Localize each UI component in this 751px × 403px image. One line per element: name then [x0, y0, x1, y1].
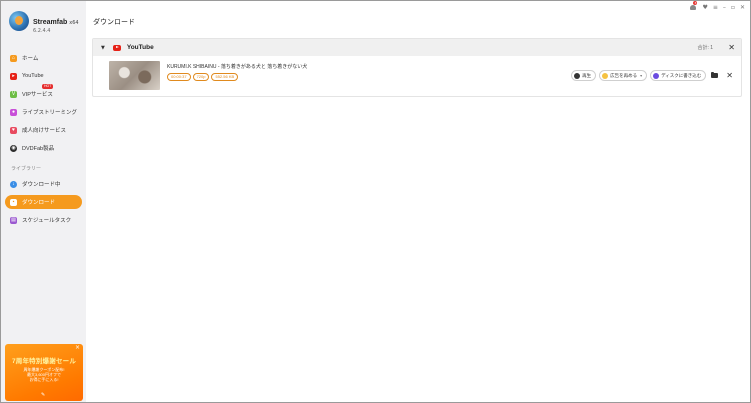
resolution-tag: 720p [192, 73, 210, 81]
adult-icon: ♥ [10, 126, 17, 134]
sidebar-item-live[interactable]: ● ライブストリーミング [5, 105, 82, 119]
app-name: Streamfab [33, 19, 68, 26]
youtube-icon [112, 44, 121, 51]
library-section-label: ライブラリー [11, 166, 42, 172]
sidebar-item-label: DVDFab製品 [22, 146, 55, 152]
sidebar-item-label: ダウンロード中 [22, 182, 61, 188]
group-header[interactable]: ▼ YouTube 合計: 1 ✕ [93, 39, 741, 56]
sidebar-item-label: ホーム [22, 56, 39, 62]
app-logo: Streamfab x64 6.2.4.4 [9, 11, 79, 34]
sidebar-item-label: スケジュールタスク [22, 218, 72, 224]
app-version: 6.2.4.4 [33, 28, 51, 34]
sidebar-item-label: VIPサービス [22, 92, 53, 98]
duration-tag: 00:00:37 [167, 73, 191, 81]
main-nav: ⌂ ホーム ▸ YouTube V VIPサービス HOT ● ライブストリーミ… [5, 51, 82, 155]
group-name: YouTube [126, 44, 154, 51]
ad-icon [602, 72, 609, 79]
notification-bell-icon[interactable]: 3 [690, 1, 698, 11]
youtube-icon: ▸ [10, 72, 17, 80]
home-icon: ⌂ [10, 54, 17, 62]
dvdfab-icon: ◉ [10, 144, 17, 152]
library-nav: ↓ ダウンロード中 ▪ ダウンロード ▤ スケジュールタスク [5, 177, 82, 227]
sidebar-item-youtube[interactable]: ▸ YouTube [5, 69, 82, 83]
sidebar-item-label: ダウンロード [22, 200, 56, 206]
app-arch: x64 [69, 20, 79, 26]
window-close-icon[interactable]: ✕ [740, 4, 745, 11]
sidebar-item-home[interactable]: ⌂ ホーム [5, 51, 82, 65]
list-item: KURUMI.K SHIBAINU - 落ち着きがある犬と 落ち着きがない犬 0… [93, 56, 741, 98]
skip-ads-label: 広告を再める [610, 72, 638, 78]
page-title: ダウンロード [93, 19, 135, 26]
sidebar-item-downloaded[interactable]: ▪ ダウンロード [5, 195, 82, 209]
sidebar: Streamfab x64 6.2.4.4 ⌂ ホーム ▸ YouTube V V… [1, 1, 86, 402]
pencil-icon: ✎ [41, 392, 46, 398]
shield-icon[interactable]: ♥ [702, 4, 707, 11]
sidebar-item-label: YouTube [22, 73, 44, 79]
downloaded-folder-icon: ▪ [10, 198, 17, 206]
burn-to-disc-label: ディスクに書き込む [661, 72, 702, 78]
play-icon [574, 72, 581, 79]
chevron-down-icon: ▾ [640, 73, 643, 78]
group-close-icon[interactable]: ✕ [728, 43, 735, 52]
burn-to-disc-button[interactable]: ディスクに書き込む [650, 70, 707, 81]
video-meta-tags: 00:00:37 720p 552.56 KB [167, 73, 239, 81]
sidebar-item-adult[interactable]: ♥ 成人向けサービス [5, 123, 82, 137]
open-folder-icon[interactable] [711, 71, 719, 78]
promo-line: お得に手に入る! [29, 377, 59, 382]
sidebar-item-vip[interactable]: V VIPサービス HOT [5, 84, 82, 101]
sidebar-item-dvdfab[interactable]: ◉ DVDFab製品 [5, 141, 82, 155]
hot-badge: HOT [42, 84, 54, 89]
window-controls: 3 ♥ ≡ – ▫ ✕ [690, 1, 745, 11]
filesize-tag: 552.56 KB [211, 73, 239, 81]
item-actions: 再生 広告を再める ▾ ディスクに書き込む ✕ [571, 70, 733, 81]
sidebar-item-label: 成人向けサービス [22, 128, 67, 134]
streamfab-logo-icon [9, 11, 29, 31]
remove-item-icon[interactable]: ✕ [726, 71, 733, 80]
collapse-caret-icon[interactable]: ▼ [101, 45, 105, 51]
schedule-icon: ▤ [10, 216, 17, 224]
menu-icon[interactable]: ≡ [713, 4, 718, 11]
maximize-icon[interactable]: ▫ [731, 4, 735, 11]
live-icon: ● [10, 108, 17, 116]
sidebar-item-label: ライブストリーミング [22, 110, 78, 116]
main-content: ダウンロード 3 ♥ ≡ – ▫ ✕ ▼ YouTube 合計: 1 ✕ KUR… [86, 1, 750, 402]
promo-close-icon[interactable]: × [75, 345, 80, 351]
downloading-icon: ↓ [10, 180, 17, 188]
group-total-count: 合計: 1 [697, 45, 713, 51]
disc-icon [653, 72, 660, 79]
download-group-youtube: ▼ YouTube 合計: 1 ✕ KURUMI.K SHIBAINU - 落ち… [92, 38, 742, 97]
play-button-label: 再生 [582, 72, 592, 78]
skip-ads-dropdown[interactable]: 広告を再める ▾ [599, 70, 648, 81]
vip-icon: V [10, 90, 17, 98]
play-button[interactable]: 再生 [571, 70, 597, 81]
promo-title: 7周年特別爆謝セール [11, 358, 77, 365]
video-title: KURUMI.K SHIBAINU - 落ち着きがある犬と 落ち着きがない犬 [167, 64, 308, 70]
minimize-icon[interactable]: – [723, 4, 726, 11]
promo-banner[interactable]: × 7周年特別爆謝セール 周年爆謝クーポン配布! 最大3,600円オフで お得に… [5, 344, 83, 401]
notification-count-badge: 3 [693, 1, 698, 5]
video-thumbnail[interactable] [109, 61, 160, 90]
app-window: Streamfab x64 6.2.4.4 ⌂ ホーム ▸ YouTube V V… [0, 0, 751, 403]
sidebar-item-downloading[interactable]: ↓ ダウンロード中 [5, 177, 82, 191]
sidebar-item-schedule[interactable]: ▤ スケジュールタスク [5, 213, 82, 227]
